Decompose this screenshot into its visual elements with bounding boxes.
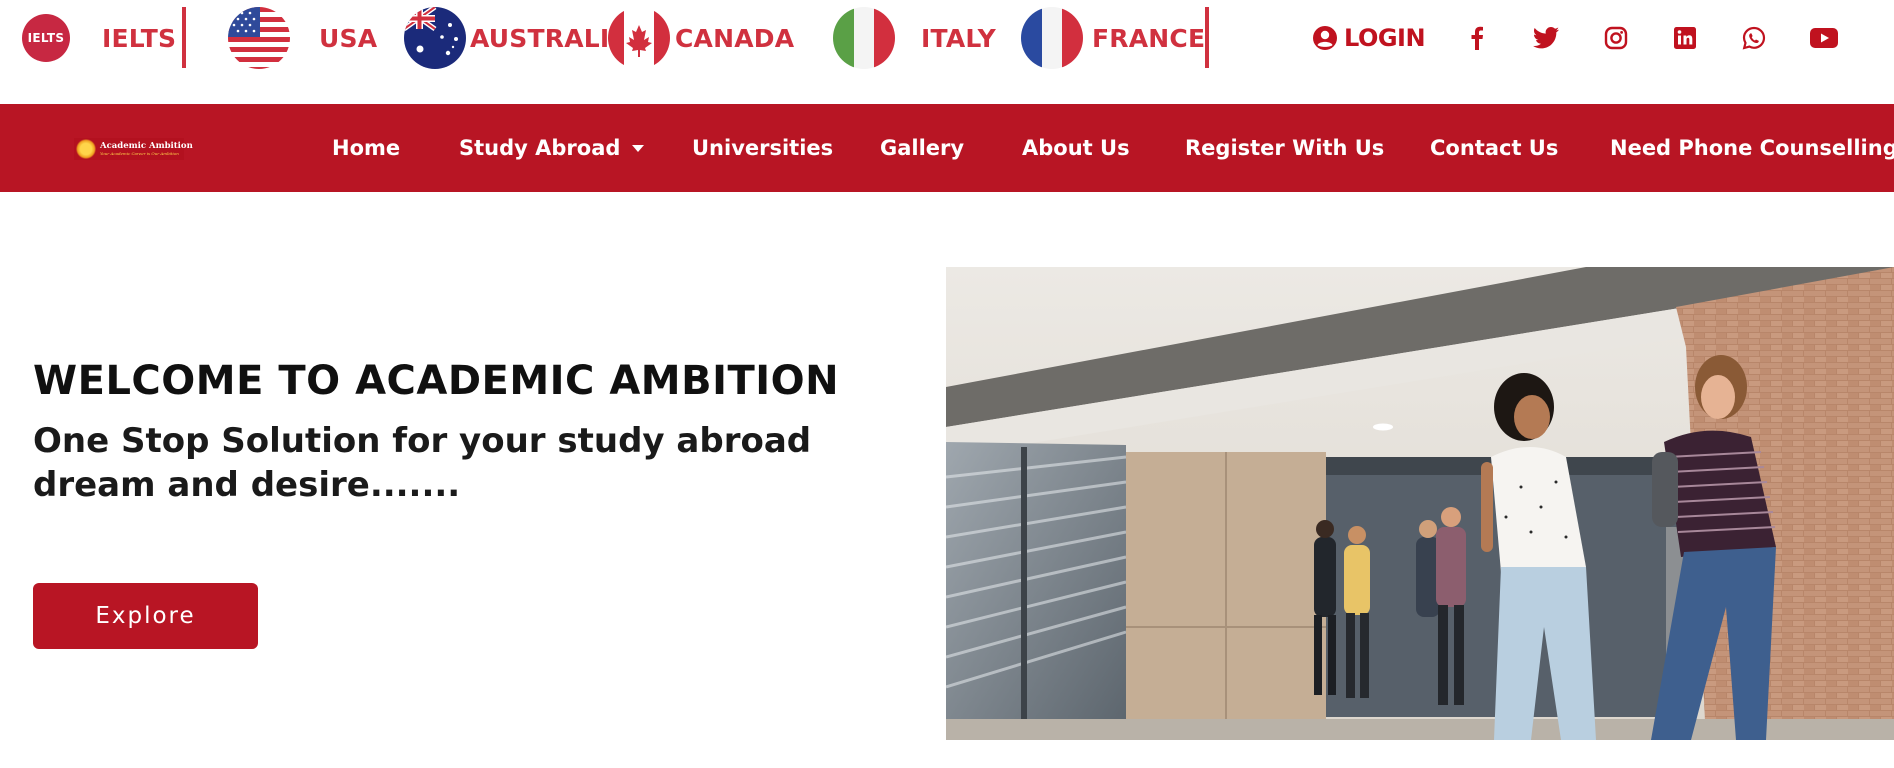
country-link-canada[interactable]: CANADA xyxy=(608,0,794,76)
nav-item-gallery[interactable]: Gallery xyxy=(880,104,964,192)
divider xyxy=(1205,7,1209,68)
login-label: LOGIN xyxy=(1344,24,1426,52)
linkedin-icon[interactable] xyxy=(1669,22,1701,54)
country-label: FRANCE xyxy=(1092,23,1206,53)
hero-title: WELCOME TO ACADEMIC AMBITION xyxy=(33,358,840,404)
italy-flag-icon xyxy=(833,7,895,69)
divider xyxy=(182,7,186,68)
logo-tagline: Your Academic Career is Our Ambition xyxy=(100,151,179,157)
nav-item-label: Study Abroad xyxy=(459,136,621,160)
top-bar: IELTS IELTS USA AUSTRALIA CANADA ITALY F… xyxy=(0,0,1894,104)
france-flag-icon xyxy=(1021,7,1083,69)
country-label: USA xyxy=(319,23,378,53)
country-label: ITALY xyxy=(921,23,996,53)
country-label: CANADA xyxy=(675,23,795,53)
nav-item-phone-counselling[interactable]: Need Phone Counselling? xyxy=(1610,104,1894,192)
hero-image-students xyxy=(946,267,1894,740)
country-link-france[interactable]: FRANCE xyxy=(1021,0,1205,76)
instagram-icon[interactable] xyxy=(1600,22,1632,54)
logo-title: Academic Ambition xyxy=(100,140,193,151)
country-link-usa[interactable]: USA xyxy=(228,0,377,76)
nav-item-home[interactable]: Home xyxy=(332,104,400,192)
country-link-australia[interactable]: AUSTRALIA xyxy=(404,0,629,76)
hero-subtitle: One Stop Solution for your study abroad … xyxy=(33,421,812,505)
usa-flag-icon xyxy=(228,7,290,69)
canada-flag-icon xyxy=(608,7,670,69)
country-link-italy[interactable]: ITALY xyxy=(833,0,996,76)
nav-item-about-us[interactable]: About Us xyxy=(1022,104,1130,192)
nav-item-universities[interactable]: Universities xyxy=(692,104,833,192)
whatsapp-icon[interactable] xyxy=(1738,22,1770,54)
twitter-icon[interactable] xyxy=(1530,22,1562,54)
explore-button[interactable]: Explore xyxy=(33,583,258,649)
ielts-label: IELTS xyxy=(102,23,177,53)
site-logo[interactable]: Academic Ambition Your Academic Career i… xyxy=(74,138,193,160)
nav-item-study-abroad[interactable]: Study Abroad xyxy=(459,104,645,192)
australia-flag-icon xyxy=(404,7,466,69)
nav-item-contact-us[interactable]: Contact Us xyxy=(1430,104,1558,192)
main-navbar: Academic Ambition Your Academic Career i… xyxy=(0,104,1894,192)
sun-logo-icon xyxy=(76,139,96,159)
youtube-icon[interactable] xyxy=(1808,22,1840,54)
user-circle-icon xyxy=(1313,26,1337,50)
facebook-icon[interactable] xyxy=(1461,22,1493,54)
country-label: AUSTRALIA xyxy=(470,23,629,53)
ielts-badge-icon: IELTS xyxy=(22,14,70,62)
caret-down-icon xyxy=(632,144,645,152)
ielts-link[interactable]: IELTS IELTS xyxy=(22,0,176,76)
login-link[interactable]: LOGIN xyxy=(1312,20,1426,56)
nav-item-register[interactable]: Register With Us xyxy=(1185,104,1384,192)
